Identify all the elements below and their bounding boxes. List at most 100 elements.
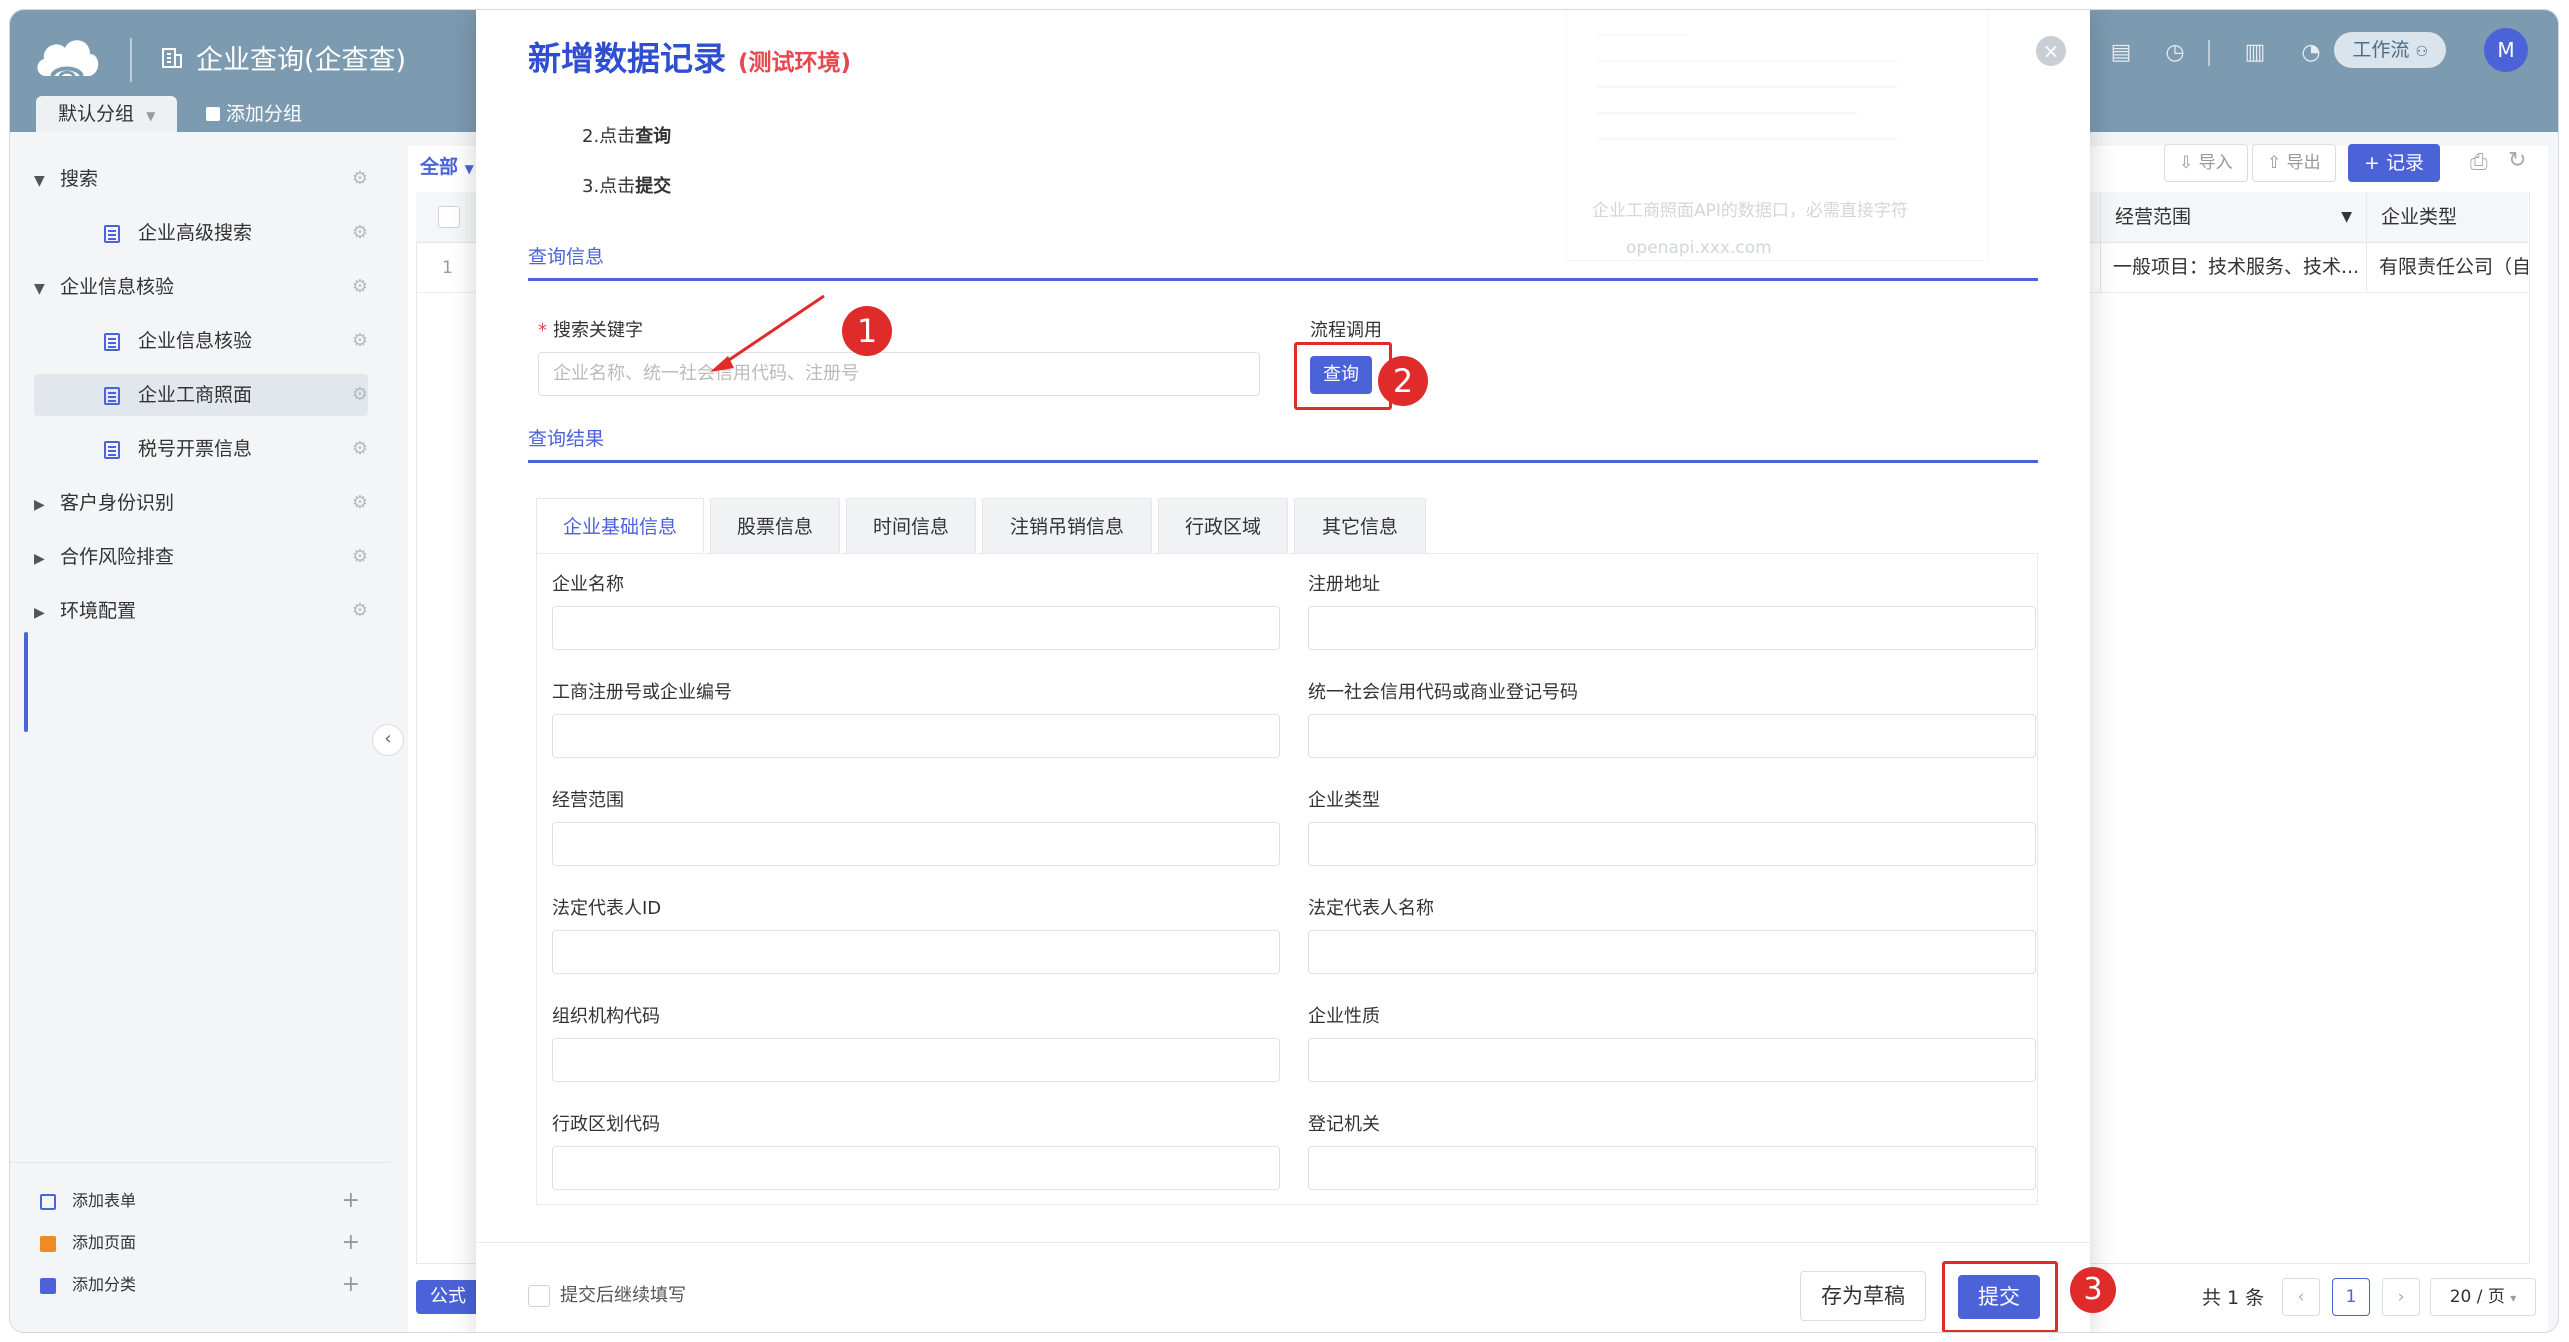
refresh-icon[interactable]: ↻: [2508, 148, 2526, 173]
step-action: 查询: [635, 126, 672, 147]
reg-address-field[interactable]: [1308, 606, 2036, 650]
gear-icon[interactable]: ⚙: [352, 428, 368, 470]
tab-other-info[interactable]: 其它信息: [1294, 498, 1426, 554]
credit-code-field[interactable]: [1308, 714, 2036, 758]
add-record-modal: 企业工商照面API的数据口，必需直接字符 openapi.xxx.com 新增数…: [476, 10, 2116, 1332]
ghost-line: [1597, 60, 1897, 62]
sidebar-item-search[interactable]: ▼ 搜索 ⚙: [34, 158, 368, 200]
app-title[interactable]: 企业查询(企查查): [160, 38, 406, 77]
sidebar-item-advanced-search[interactable]: 企业高级搜索 ⚙: [34, 212, 368, 254]
sidebar-divider: [10, 1162, 390, 1163]
field-label-company-name: 企业名称: [552, 574, 624, 595]
gear-icon[interactable]: ⚙: [352, 482, 368, 524]
workflow-label: 工作流: [2352, 39, 2410, 61]
page-number[interactable]: 1: [2332, 1278, 2370, 1316]
sidebar-item-label: 合作风险排查: [60, 546, 175, 568]
bell-icon[interactable]: ◔: [2298, 40, 2324, 66]
prev-page-button[interactable]: ‹: [2282, 1278, 2320, 1316]
add-form-button[interactable]: 添加表单 +: [40, 1186, 360, 1216]
modal-title-text: 新增数据记录: [528, 39, 726, 78]
plus-icon: +: [341, 1230, 360, 1255]
column-header-scope[interactable]: 经营范围 ▼: [2100, 192, 2366, 242]
gear-icon[interactable]: ⚙: [352, 266, 368, 308]
org-code-field[interactable]: [552, 1038, 1280, 1082]
column-header-type[interactable]: 企业类型: [2366, 192, 2528, 242]
legal-rep-name-field[interactable]: [1308, 930, 2036, 974]
print-icon[interactable]: ⎙: [2470, 150, 2488, 175]
add-page-button[interactable]: 添加页面 +: [40, 1228, 360, 1258]
building-icon: [162, 47, 182, 68]
tab-stock-info[interactable]: 股票信息: [710, 498, 840, 554]
sidebar-item-customer-id[interactable]: ▶ 客户身份识别 ⚙: [34, 482, 368, 524]
company-name-field[interactable]: [552, 606, 1280, 650]
avatar[interactable]: M: [2484, 28, 2528, 72]
form-icon: [40, 1193, 56, 1210]
close-icon[interactable]: ×: [2036, 36, 2066, 66]
import-button[interactable]: ⇩ 导入: [2164, 144, 2248, 182]
chevron-left-icon[interactable]: ‹: [372, 724, 404, 756]
add-record-button[interactable]: + 记录: [2348, 144, 2440, 182]
region-code-field[interactable]: [552, 1146, 1280, 1190]
gear-icon[interactable]: ⚙: [352, 158, 368, 200]
gear-icon[interactable]: ⚙: [352, 374, 368, 416]
history-icon[interactable]: ◷: [2162, 40, 2188, 66]
field-label-reg-authority: 登记机关: [1308, 1114, 1380, 1135]
sidebar-item-label: 企业信息核验: [60, 276, 175, 298]
reg-number-field[interactable]: [552, 714, 1280, 758]
next-page-button[interactable]: ›: [2382, 1278, 2420, 1316]
modal-footer: 提交后继续填写 存为草稿 提交 3: [476, 1242, 2116, 1332]
scroll-indicator: [24, 632, 28, 732]
clipboard-icon[interactable]: ▥: [2242, 40, 2268, 66]
sidebar-item-label: 搜索: [60, 168, 99, 190]
tab-basic-info[interactable]: 企业基础信息: [536, 498, 704, 554]
keyword-input[interactable]: 企业名称、统一社会信用代码、注册号: [538, 352, 1260, 396]
reg-authority-field[interactable]: [1308, 1146, 2036, 1190]
sidebar-item-label: 环境配置: [60, 600, 137, 622]
keyword-label-text: 搜索关键字: [553, 320, 643, 341]
tab-deregistration-info[interactable]: 注销吊销信息: [982, 498, 1152, 554]
caret-down-icon: ▼: [34, 281, 45, 297]
sidebar-item-business-info[interactable]: 企业工商照面 ⚙: [34, 374, 368, 416]
add-category-button[interactable]: 添加分类 +: [40, 1270, 360, 1300]
workflow-button[interactable]: 工作流 ⚇: [2334, 32, 2446, 68]
sidebar-item-env-config[interactable]: ▶ 环境配置 ⚙: [34, 590, 368, 632]
chevron-down-icon: ▼: [464, 162, 474, 176]
page-icon: [40, 1235, 56, 1252]
field-label-company-type: 企业类型: [1308, 790, 1380, 811]
select-all-checkbox[interactable]: [438, 206, 460, 228]
field-label-legal-rep-id: 法定代表人ID: [552, 898, 662, 919]
sidebar-item-verify-group[interactable]: ▼ 企业信息核验 ⚙: [34, 266, 368, 308]
continue-checkbox[interactable]: [528, 1285, 550, 1307]
gear-icon[interactable]: ⚙: [352, 212, 368, 254]
company-nature-field[interactable]: [1308, 1038, 2036, 1082]
group-tab-default[interactable]: 默认分组 ▼: [36, 96, 178, 132]
sidebar-item-tax-invoice[interactable]: 税号开票信息 ⚙: [34, 428, 368, 470]
sidebar-item-risk-check[interactable]: ▶ 合作风险排查 ⚙: [34, 536, 368, 578]
field-label-legal-rep-name: 法定代表人名称: [1308, 898, 1434, 919]
arrow-icon: [710, 294, 825, 372]
export-button[interactable]: ⇧ 导出: [2252, 144, 2336, 182]
step-text: 3.点击: [582, 176, 636, 197]
ghost-text: 企业工商照面API的数据口，必需直接字符: [1592, 201, 1908, 221]
tab-time-info[interactable]: 时间信息: [846, 498, 976, 554]
gear-icon[interactable]: ⚙: [352, 536, 368, 578]
sidebar-item-verify[interactable]: 企业信息核验 ⚙: [34, 320, 368, 362]
page-size-select[interactable]: 20 / 页 ▾: [2430, 1278, 2536, 1316]
gear-icon[interactable]: ⚙: [352, 590, 368, 632]
caret-down-icon: ▼: [34, 173, 45, 189]
save-draft-button[interactable]: 存为草稿: [1800, 1271, 1926, 1321]
ghost-line: [1597, 86, 1897, 88]
add-group-button[interactable]: 添加分组: [206, 96, 302, 132]
filter-all-dropdown[interactable]: 全部 ▼: [420, 152, 474, 179]
ghost-line: [1597, 34, 1687, 36]
doc-icon[interactable]: ▤: [2108, 40, 2134, 66]
toolbar-divider: [2208, 40, 2210, 66]
legal-rep-id-field[interactable]: [552, 930, 1280, 974]
flow-label: 流程调用: [1310, 320, 1382, 341]
continue-label: 提交后继续填写: [560, 1285, 686, 1306]
business-scope-field[interactable]: [552, 822, 1280, 866]
tab-admin-region[interactable]: 行政区域: [1158, 498, 1288, 554]
caret-down-icon: ▼: [2341, 209, 2352, 225]
company-type-field[interactable]: [1308, 822, 2036, 866]
gear-icon[interactable]: ⚙: [352, 320, 368, 362]
